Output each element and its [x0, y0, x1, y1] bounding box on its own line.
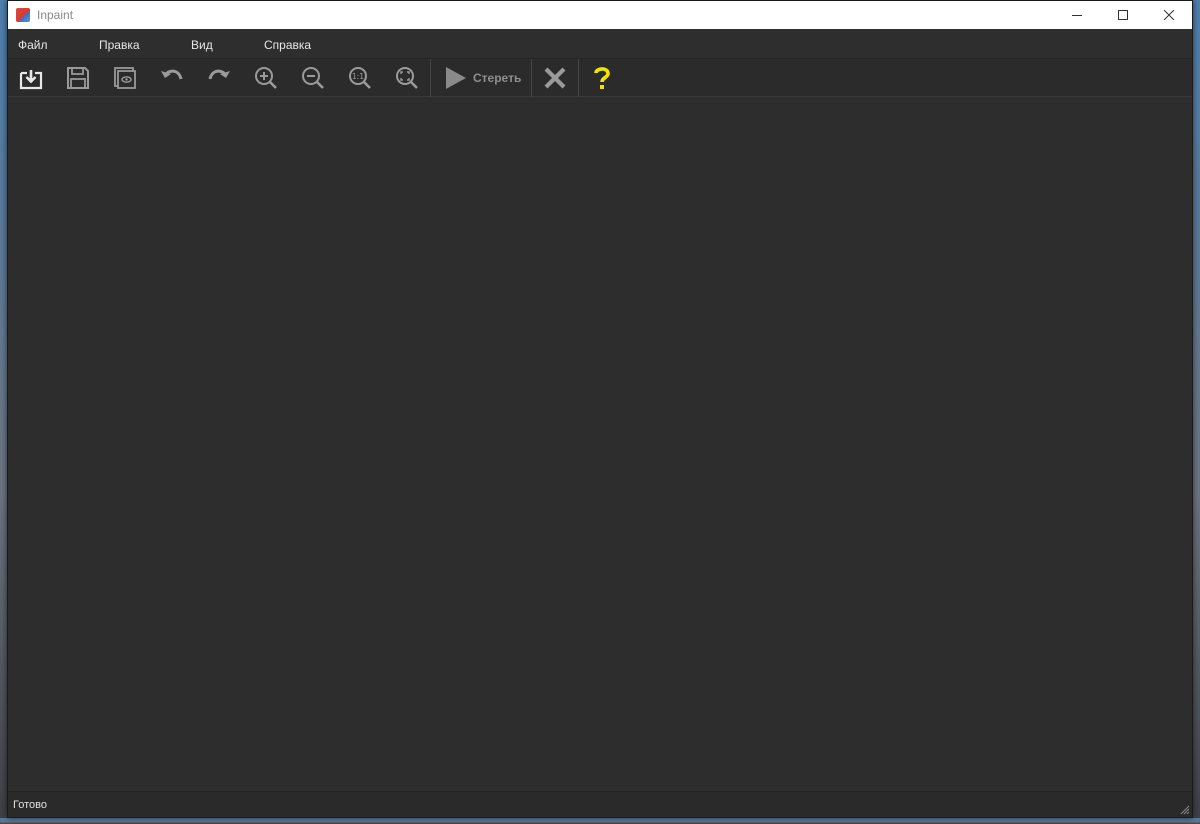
preview-button[interactable] [108, 61, 142, 95]
status-text: Готово [13, 798, 47, 811]
close-button[interactable] [1146, 1, 1192, 29]
desktop-background-left [0, 0, 7, 824]
zoom-out-button[interactable] [296, 61, 330, 95]
menu-edit[interactable]: Правка [99, 38, 140, 52]
desktop-background-bottom [0, 818, 1200, 824]
erase-button[interactable]: Стереть [440, 61, 530, 95]
maximize-button[interactable] [1100, 1, 1146, 29]
redo-icon [208, 69, 230, 80]
title-bar[interactable]: Inpaint [8, 1, 1192, 29]
minimize-button[interactable] [1054, 1, 1100, 29]
menu-view[interactable]: Вид [191, 38, 213, 52]
erase-label: Стереть [473, 71, 522, 85]
window-title: Inpaint [37, 8, 74, 22]
zoom-out-icon [302, 67, 324, 89]
desktop-background-right [1193, 0, 1200, 824]
app-logo-icon [16, 8, 30, 22]
zoom-fit-button[interactable] [390, 61, 424, 95]
redo-button[interactable] [202, 61, 236, 95]
open-icon [19, 70, 43, 90]
zoom-in-button[interactable] [249, 61, 283, 95]
menu-help[interactable]: Справка [264, 38, 311, 52]
toolbar: 1:1 Стереть [8, 59, 1192, 97]
zoom-actual-label: 1:1 [352, 72, 364, 81]
toolbar-separator [531, 59, 532, 97]
close-icon [1164, 10, 1174, 20]
app-window: Inpaint Файл Правка Вид Справка 1:1 Стер… [7, 0, 1193, 818]
play-icon [446, 67, 466, 89]
menu-bar: Файл Правка Вид Справка [8, 29, 1192, 59]
cancel-button[interactable] [538, 61, 572, 95]
question-icon [594, 67, 610, 89]
undo-icon [161, 69, 183, 80]
status-bar: Готово [8, 791, 1192, 817]
save-icon [67, 67, 89, 89]
toolbar-separator [430, 59, 431, 97]
save-button[interactable] [61, 61, 95, 95]
window-controls [1054, 1, 1192, 29]
minimize-icon [1072, 15, 1082, 16]
preview-icon [114, 67, 136, 89]
help-button[interactable] [585, 61, 619, 95]
resize-grip-icon[interactable] [1178, 803, 1190, 815]
undo-button[interactable] [155, 61, 189, 95]
toolbar-separator [578, 59, 579, 97]
zoom-actual-button[interactable]: 1:1 [343, 61, 377, 95]
image-canvas[interactable] [8, 97, 1192, 791]
zoom-in-icon [255, 67, 277, 89]
zoom-actual-icon: 1:1 [349, 67, 371, 89]
menu-file[interactable]: Файл [18, 38, 48, 52]
maximize-icon [1118, 10, 1128, 20]
zoom-fit-icon [396, 67, 418, 89]
x-icon [544, 67, 566, 89]
open-button[interactable] [14, 61, 48, 95]
